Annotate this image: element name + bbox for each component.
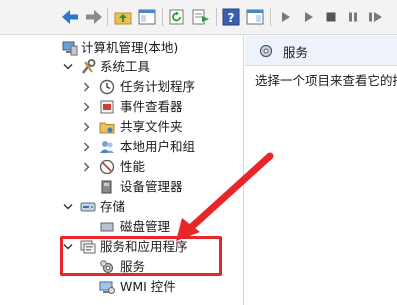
annotation-arrow xyxy=(176,152,274,241)
